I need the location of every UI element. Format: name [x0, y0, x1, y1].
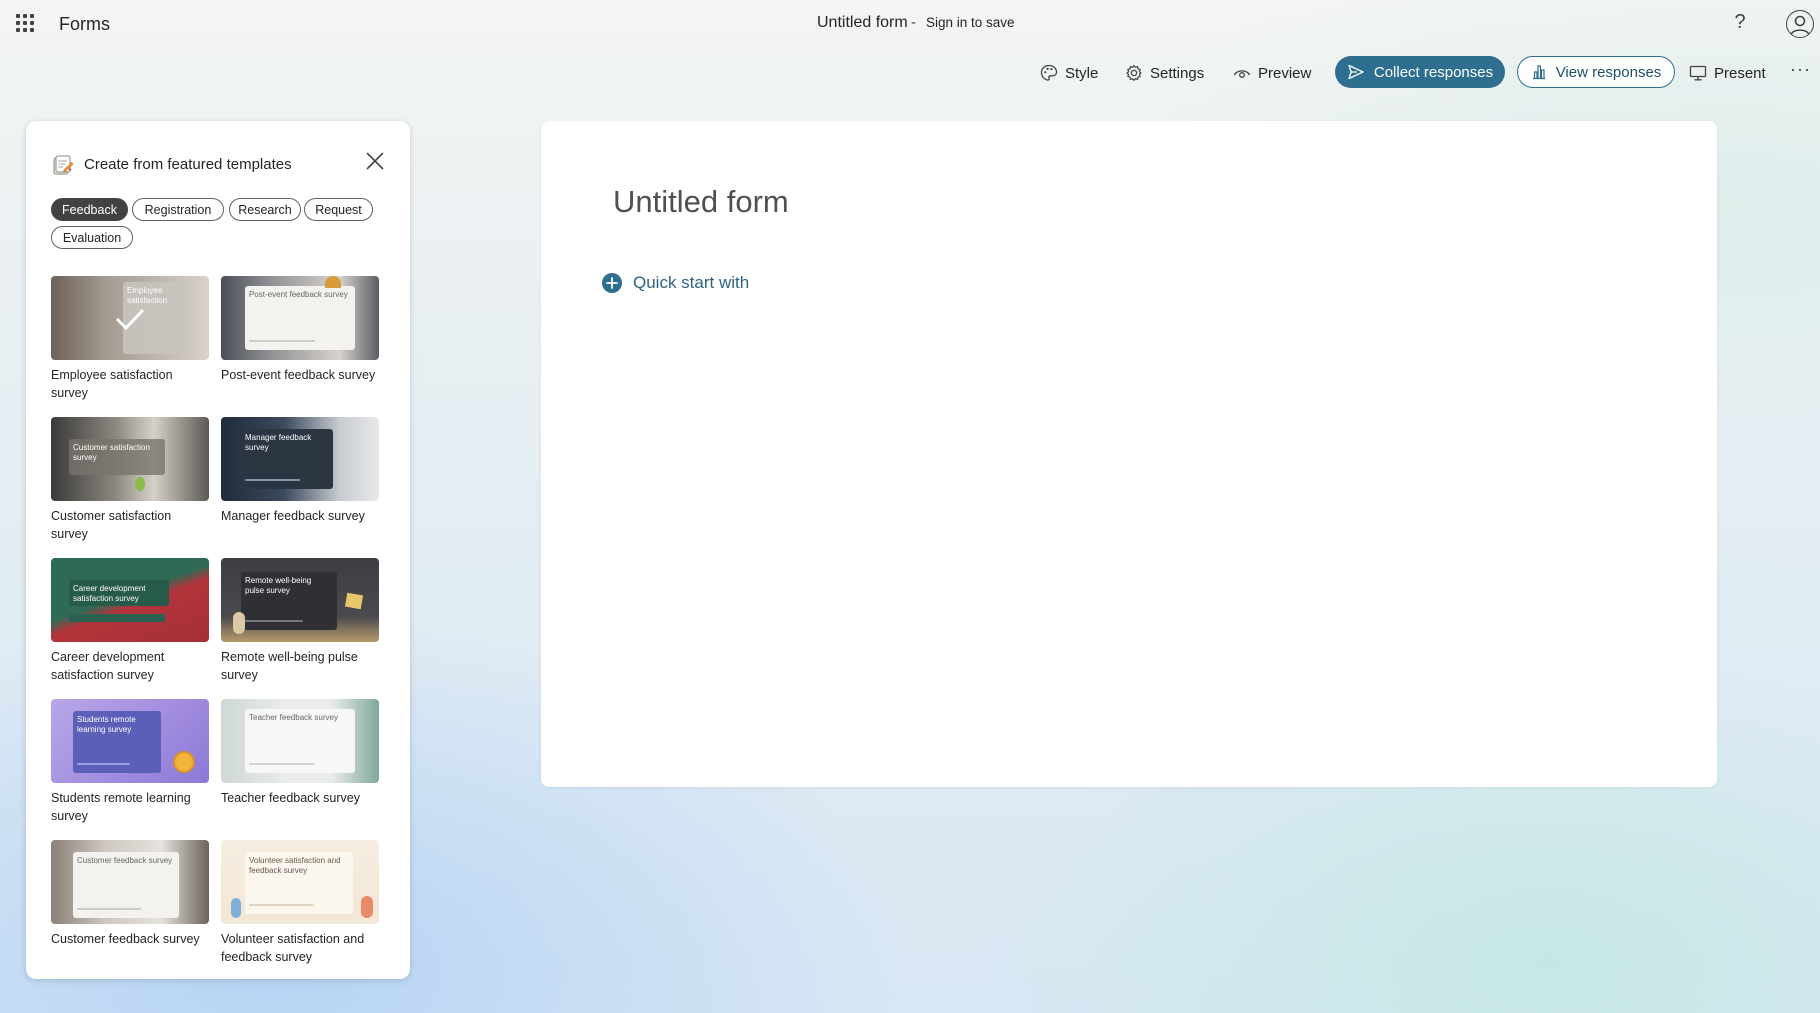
template-label: Students remote learning survey — [51, 791, 191, 823]
category-pill-request[interactable]: Request — [304, 198, 373, 221]
document-title: Untitled form — [817, 14, 908, 31]
sticky-note-decoration — [344, 592, 364, 610]
template-label: Customer satisfaction survey — [51, 509, 172, 541]
person-decoration — [231, 898, 241, 918]
settings-label: Settings — [1150, 64, 1205, 82]
thumbnail-title: Post-event feedback survey — [249, 290, 348, 299]
app-launcher-icon[interactable] — [16, 14, 34, 32]
form-title-input[interactable]: Untitled form — [613, 184, 789, 220]
template-thumbnail: Remote well-being pulse survey — [221, 558, 379, 642]
preview-button[interactable]: Preview — [1233, 58, 1311, 88]
template-label: Remote well-being pulse survey — [221, 650, 358, 682]
account-icon[interactable] — [1786, 10, 1814, 38]
template-manager-feedback[interactable]: Manager feedback survey Manager feedback… — [221, 417, 379, 525]
template-thumbnail: Volunteer satisfaction and feedback surv… — [221, 840, 379, 924]
add-circle-icon — [602, 273, 622, 293]
send-icon — [1348, 64, 1364, 80]
help-icon[interactable]: ? — [1730, 11, 1750, 34]
template-thumbnail: Manager feedback survey — [221, 417, 379, 501]
template-thumbnail: Students remote learning survey — [51, 699, 209, 783]
view-responses-label: View responses — [1555, 63, 1662, 81]
category-pill-evaluation[interactable]: Evaluation — [51, 226, 133, 249]
sign-in-to-save-link[interactable]: Sign in to save — [926, 15, 1015, 30]
template-label: Employee satisfaction survey — [51, 368, 173, 400]
present-button[interactable]: Present — [1689, 58, 1766, 88]
thumbnail-title: Customer satisfaction survey — [73, 443, 150, 462]
bar-chart-icon — [1532, 65, 1545, 80]
more-options-icon[interactable]: ··· — [1790, 59, 1811, 80]
person-decoration — [361, 896, 373, 918]
template-volunteer-satisfaction[interactable]: Volunteer satisfaction and feedback surv… — [221, 840, 379, 966]
category-pill-registration[interactable]: Registration — [132, 198, 224, 221]
templates-panel-title: Create from featured templates — [84, 156, 292, 173]
template-remote-well-being[interactable]: Remote well-being pulse survey Remote we… — [221, 558, 379, 684]
category-pill-research[interactable]: Research — [229, 198, 301, 221]
category-pill-feedback[interactable]: Feedback — [51, 198, 128, 221]
preview-label: Preview — [1258, 64, 1312, 82]
present-label: Present — [1714, 64, 1766, 82]
plant-decoration — [135, 477, 145, 491]
checkmark-icon — [115, 308, 145, 330]
close-icon[interactable] — [364, 150, 386, 172]
template-label: Customer feedback survey — [51, 932, 200, 946]
thumbnail-title: Volunteer satisfaction and feedback surv… — [249, 856, 341, 875]
template-teacher-feedback[interactable]: Teacher feedback survey Teacher feedback… — [221, 699, 379, 807]
template-label: Post-event feedback survey — [221, 368, 376, 382]
clock-decoration — [173, 751, 195, 773]
thumbnail-title: Customer feedback survey — [77, 856, 173, 865]
title-separator: - — [911, 14, 916, 31]
template-label: Teacher feedback survey — [221, 791, 360, 805]
quick-start-button[interactable]: Quick start with — [601, 272, 749, 294]
thumbnail-title: Remote well-being pulse survey — [245, 576, 312, 595]
thumbnail-title: Students remote learning survey — [77, 715, 136, 734]
collect-responses-button[interactable]: Collect responses — [1335, 56, 1505, 88]
quick-start-label: Quick start with — [633, 273, 750, 292]
template-label: Volunteer satisfaction and feedback surv… — [221, 932, 365, 964]
lamp-decoration — [233, 612, 245, 634]
style-label: Style — [1065, 64, 1099, 82]
gear-icon — [1126, 65, 1142, 81]
template-career-development[interactable]: Career development satisfaction survey C… — [51, 558, 209, 684]
view-responses-button[interactable]: View responses — [1517, 56, 1675, 88]
template-thumbnail: Customer satisfaction survey — [51, 417, 209, 501]
template-customer-satisfaction[interactable]: Customer satisfaction survey Customer sa… — [51, 417, 209, 543]
template-thumbnail: Employee satisfaction — [51, 276, 209, 360]
template-label: Career development satisfaction survey — [51, 650, 165, 682]
template-thumbnail: Career development satisfaction survey — [51, 558, 209, 642]
collect-responses-label: Collect responses — [1373, 63, 1494, 81]
template-customer-feedback[interactable]: Customer feedback survey Customer feedba… — [51, 840, 209, 948]
template-icon — [52, 154, 74, 176]
template-employee-satisfaction[interactable]: Employee satisfaction Employee satisfact… — [51, 276, 209, 402]
thumbnail-title: Employee satisfaction — [127, 286, 168, 305]
thumbnail-title: Teacher feedback survey — [249, 713, 338, 722]
balloon-decoration — [325, 276, 341, 288]
app-name[interactable]: Forms — [59, 14, 110, 35]
style-button[interactable]: Style — [1040, 58, 1098, 88]
monitor-icon — [1689, 65, 1707, 81]
template-post-event-feedback[interactable]: Post-event feedback survey Post-event fe… — [221, 276, 379, 384]
thumbnail-title: Manager feedback survey — [245, 433, 312, 452]
eye-icon — [1233, 70, 1251, 78]
thumbnail-title: Career development satisfaction survey — [73, 584, 146, 603]
settings-button[interactable]: Settings — [1125, 58, 1204, 88]
template-thumbnail: Customer feedback survey — [51, 840, 209, 924]
template-thumbnail: Post-event feedback survey — [221, 276, 379, 360]
palette-icon — [1040, 64, 1058, 81]
template-students-remote-learning[interactable]: Students remote learning survey Students… — [51, 699, 209, 825]
template-label: Manager feedback survey — [221, 509, 365, 523]
form-canvas — [541, 121, 1717, 787]
template-thumbnail: Teacher feedback survey — [221, 699, 379, 783]
